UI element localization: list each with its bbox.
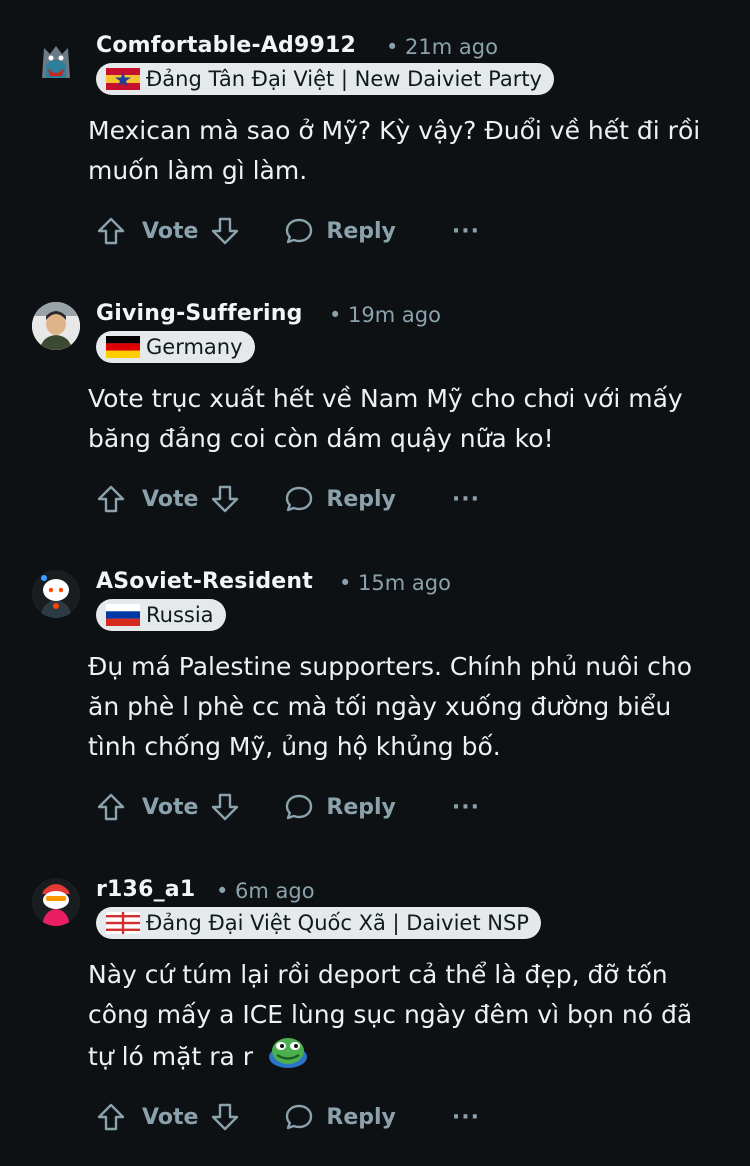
- reply-label: Reply: [326, 1104, 396, 1130]
- reply-button[interactable]: Reply: [282, 790, 396, 824]
- daiviet-nsp-flag-icon: [106, 912, 140, 934]
- speech-bubble-icon: [282, 1100, 316, 1134]
- username[interactable]: Giving-Suffering: [96, 301, 303, 326]
- timestamp: • 21m ago: [386, 35, 498, 59]
- comment-body: Vote trục xuất hết về Nam Mỹ cho chơi vớ…: [88, 384, 683, 453]
- comment-actions: Vote Reply ···: [94, 785, 480, 829]
- upvote-icon[interactable]: [94, 482, 128, 516]
- avatar[interactable]: [32, 570, 80, 618]
- flair-text: Germany: [146, 335, 243, 359]
- speech-bubble-icon: [282, 482, 316, 516]
- comment-body: Đụ má Palestine supporters. Chính phủ nu…: [88, 652, 693, 761]
- vote-label: Vote: [142, 794, 199, 820]
- downvote-icon[interactable]: [208, 790, 242, 824]
- upvote-icon[interactable]: [94, 790, 128, 824]
- user-flair: Đảng Tân Đại Việt | New Daiviet Party: [96, 63, 554, 95]
- flair-text: Đảng Đại Việt Quốc Xã | Daiviet NSP: [146, 911, 529, 935]
- comment-actions: Vote Reply ···: [94, 209, 480, 253]
- more-options-button[interactable]: ···: [452, 219, 480, 244]
- pepe-emoji-icon: [267, 1035, 309, 1081]
- reply-button[interactable]: Reply: [282, 482, 396, 516]
- comment-body-text: Này cứ túm lại rồi deport cả thể là đẹp,…: [88, 960, 693, 1071]
- username[interactable]: r136_a1: [96, 877, 195, 902]
- germany-flag-icon: [106, 336, 140, 358]
- speech-bubble-icon: [282, 214, 316, 248]
- comment-body: Này cứ túm lại rồi deport cả thể là đẹp,…: [88, 955, 718, 1081]
- avatar[interactable]: [32, 878, 80, 926]
- timestamp: • 15m ago: [339, 571, 451, 595]
- new-daiviet-flag-icon: [106, 68, 140, 90]
- vote-label: Vote: [142, 486, 199, 512]
- user-flair: Germany: [96, 331, 255, 363]
- upvote-icon[interactable]: [94, 214, 128, 248]
- avatar[interactable]: [32, 302, 80, 350]
- avatar[interactable]: [32, 34, 80, 82]
- timestamp: • 6m ago: [216, 879, 315, 903]
- vote-label: Vote: [142, 1104, 199, 1130]
- reply-button[interactable]: Reply: [282, 1100, 396, 1134]
- comment-actions: Vote Reply ···: [94, 1095, 480, 1139]
- reply-label: Reply: [326, 486, 396, 512]
- user-flair: Russia: [96, 599, 226, 631]
- more-options-button[interactable]: ···: [452, 795, 480, 820]
- reply-button[interactable]: Reply: [282, 214, 396, 248]
- vote-label: Vote: [142, 218, 199, 244]
- username[interactable]: Comfortable-Ad9912: [96, 33, 356, 58]
- russia-flag-icon: [106, 604, 140, 626]
- comment-actions: Vote Reply ···: [94, 477, 480, 521]
- downvote-icon[interactable]: [208, 214, 242, 248]
- more-options-button[interactable]: ···: [452, 1105, 480, 1130]
- reply-label: Reply: [326, 218, 396, 244]
- flair-text: Russia: [146, 603, 214, 627]
- more-options-button[interactable]: ···: [452, 487, 480, 512]
- comment-body: Mexican mà sao ở Mỹ? Kỳ vậy? Đuổi về hết…: [88, 116, 701, 185]
- upvote-icon[interactable]: [94, 1100, 128, 1134]
- reply-label: Reply: [326, 794, 396, 820]
- flair-text: Đảng Tân Đại Việt | New Daiviet Party: [146, 67, 542, 91]
- speech-bubble-icon: [282, 790, 316, 824]
- timestamp: • 19m ago: [329, 303, 441, 327]
- user-flair: Đảng Đại Việt Quốc Xã | Daiviet NSP: [96, 907, 541, 939]
- downvote-icon[interactable]: [208, 1100, 242, 1134]
- downvote-icon[interactable]: [208, 482, 242, 516]
- username[interactable]: ASoviet-Resident: [96, 569, 313, 594]
